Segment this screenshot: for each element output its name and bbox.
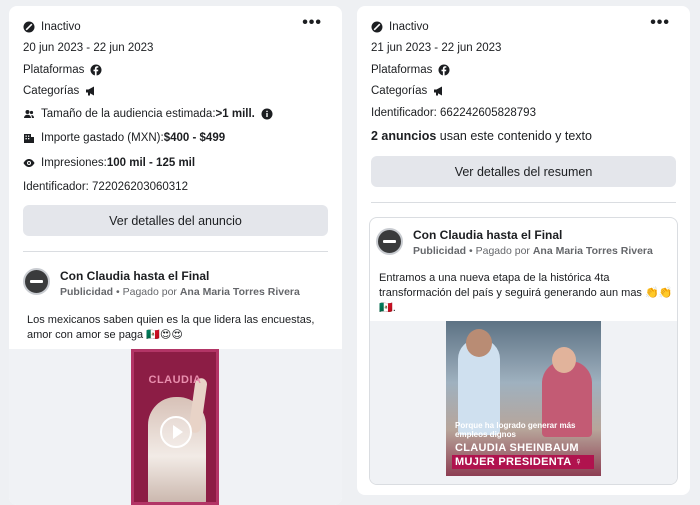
ads-count-suffix: usan este contenido y texto bbox=[436, 129, 592, 143]
media-person-right-head bbox=[552, 347, 576, 373]
spend-row: Importe gastado (MXN): $400 - $499 bbox=[23, 132, 225, 144]
audience-value: >1 mill. bbox=[215, 108, 255, 120]
ad-card-right: Inactivo ••• 21 jun 2023 - 22 jun 2023 P… bbox=[357, 6, 690, 495]
ad-video-thumbnail[interactable]: CLAUDIA bbox=[131, 349, 219, 505]
impressions-label: Impresiones: bbox=[41, 157, 107, 169]
platforms-row: Plataformas bbox=[23, 64, 102, 76]
categories-label: Categorías bbox=[371, 85, 428, 97]
ads-count: 2 anuncios bbox=[371, 129, 437, 143]
paid-by-name: Ana Maria Torres Rivera bbox=[532, 245, 653, 257]
status-row: Inactivo bbox=[23, 21, 81, 33]
ad-text-line: Entramos a una nueva etapa de la históri… bbox=[379, 272, 610, 284]
impressions-row: Impresiones: 100 mil - 125 mil bbox=[23, 157, 195, 169]
date-range: 20 jun 2023 - 22 jun 2023 bbox=[23, 42, 154, 54]
eye-icon bbox=[23, 157, 35, 169]
megaphone-icon bbox=[433, 85, 445, 97]
see-ad-details-button[interactable]: Ver detalles del anuncio bbox=[23, 205, 328, 236]
ad-body-text: Entramos a una nueva etapa de la históri… bbox=[379, 271, 674, 316]
impressions-value: 100 mil - 125 mil bbox=[106, 157, 196, 169]
identifier: Identificador: 662242605828793 bbox=[371, 107, 536, 119]
status-label: Inactivo bbox=[389, 21, 429, 33]
media-caption: Porque ha logrado generar más empleos di… bbox=[455, 421, 576, 439]
ad-body-text: Los mexicanos saben quien es la que lide… bbox=[27, 313, 332, 343]
advertiser-avatar bbox=[23, 268, 50, 295]
ad-image[interactable]: Porque ha logrado generar más empleos di… bbox=[446, 321, 601, 476]
categories-row: Categorías bbox=[23, 85, 97, 97]
bank-icon bbox=[23, 132, 35, 144]
audience-label: Tamaño de la audiencia estimada: bbox=[41, 108, 216, 120]
platforms-label: Plataformas bbox=[23, 64, 85, 76]
advertiser-avatar bbox=[376, 228, 403, 255]
categories-label: Categorías bbox=[23, 85, 80, 97]
ad-text-line: transformación del país y seguirá genera… bbox=[379, 287, 673, 299]
more-options-icon[interactable]: ••• bbox=[302, 15, 322, 31]
paid-by-name: Ana Maria Torres Rivera bbox=[179, 286, 300, 298]
megaphone-icon bbox=[85, 85, 97, 97]
sponsored-label: Publicidad bbox=[413, 245, 467, 257]
media-person-left-head bbox=[466, 329, 492, 357]
identifier: Identificador: 722026203060312 bbox=[23, 181, 188, 193]
advertiser-subline: Publicidad • Pagado por Ana Maria Torres… bbox=[60, 286, 300, 298]
play-icon[interactable] bbox=[160, 416, 192, 448]
sponsored-label: Publicidad bbox=[60, 286, 114, 298]
divider bbox=[371, 202, 676, 203]
facebook-icon bbox=[438, 64, 450, 76]
paid-by-prefix: • Pagado por bbox=[466, 245, 533, 257]
inactive-status-icon bbox=[23, 21, 35, 33]
media-candidate-name: CLAUDIA SHEINBAUM bbox=[455, 442, 579, 454]
spend-value: $400 - $499 bbox=[163, 132, 226, 144]
platforms-row: Plataformas bbox=[371, 64, 450, 76]
date-range: 21 jun 2023 - 22 jun 2023 bbox=[371, 42, 502, 54]
platforms-label: Plataformas bbox=[371, 64, 433, 76]
advertiser-subline: Publicidad • Pagado por Ana Maria Torres… bbox=[413, 245, 653, 257]
spend-label: Importe gastado (MXN): bbox=[41, 132, 164, 144]
ad-text-line: 🇲🇽. bbox=[379, 302, 396, 314]
ad-card-left: Inactivo ••• 20 jun 2023 - 22 jun 2023 P… bbox=[9, 6, 342, 505]
advertiser-name[interactable]: Con Claudia hasta el Final bbox=[60, 269, 209, 283]
advertiser-name[interactable]: Con Claudia hasta el Final bbox=[413, 228, 562, 242]
see-summary-details-button[interactable]: Ver detalles del resumen bbox=[371, 156, 676, 187]
divider bbox=[23, 251, 328, 252]
ad-text-line: amor con amor se paga 🇲🇽😍😍 bbox=[27, 329, 183, 341]
paid-by-prefix: • Pagado por bbox=[113, 286, 180, 298]
ad-text-line: Los mexicanos saben quien es la que lide… bbox=[27, 314, 315, 326]
media-brand-text: CLAUDIA bbox=[148, 374, 202, 386]
ad-preview-card: Con Claudia hasta el Final Publicidad • … bbox=[369, 217, 678, 485]
inactive-status-icon bbox=[371, 21, 383, 33]
status-row: Inactivo bbox=[371, 21, 429, 33]
ads-count-row: 2 anuncios usan este contenido y texto bbox=[371, 129, 592, 143]
media-slogan: MUJER PRESIDENTA ♀ bbox=[452, 455, 594, 469]
categories-row: Categorías bbox=[371, 85, 445, 97]
audience-row: Tamaño de la audiencia estimada: >1 mill… bbox=[23, 108, 273, 120]
info-icon[interactable] bbox=[261, 108, 273, 120]
facebook-icon bbox=[90, 64, 102, 76]
more-options-icon[interactable]: ••• bbox=[650, 15, 670, 31]
status-label: Inactivo bbox=[41, 21, 81, 33]
people-icon bbox=[23, 108, 35, 120]
